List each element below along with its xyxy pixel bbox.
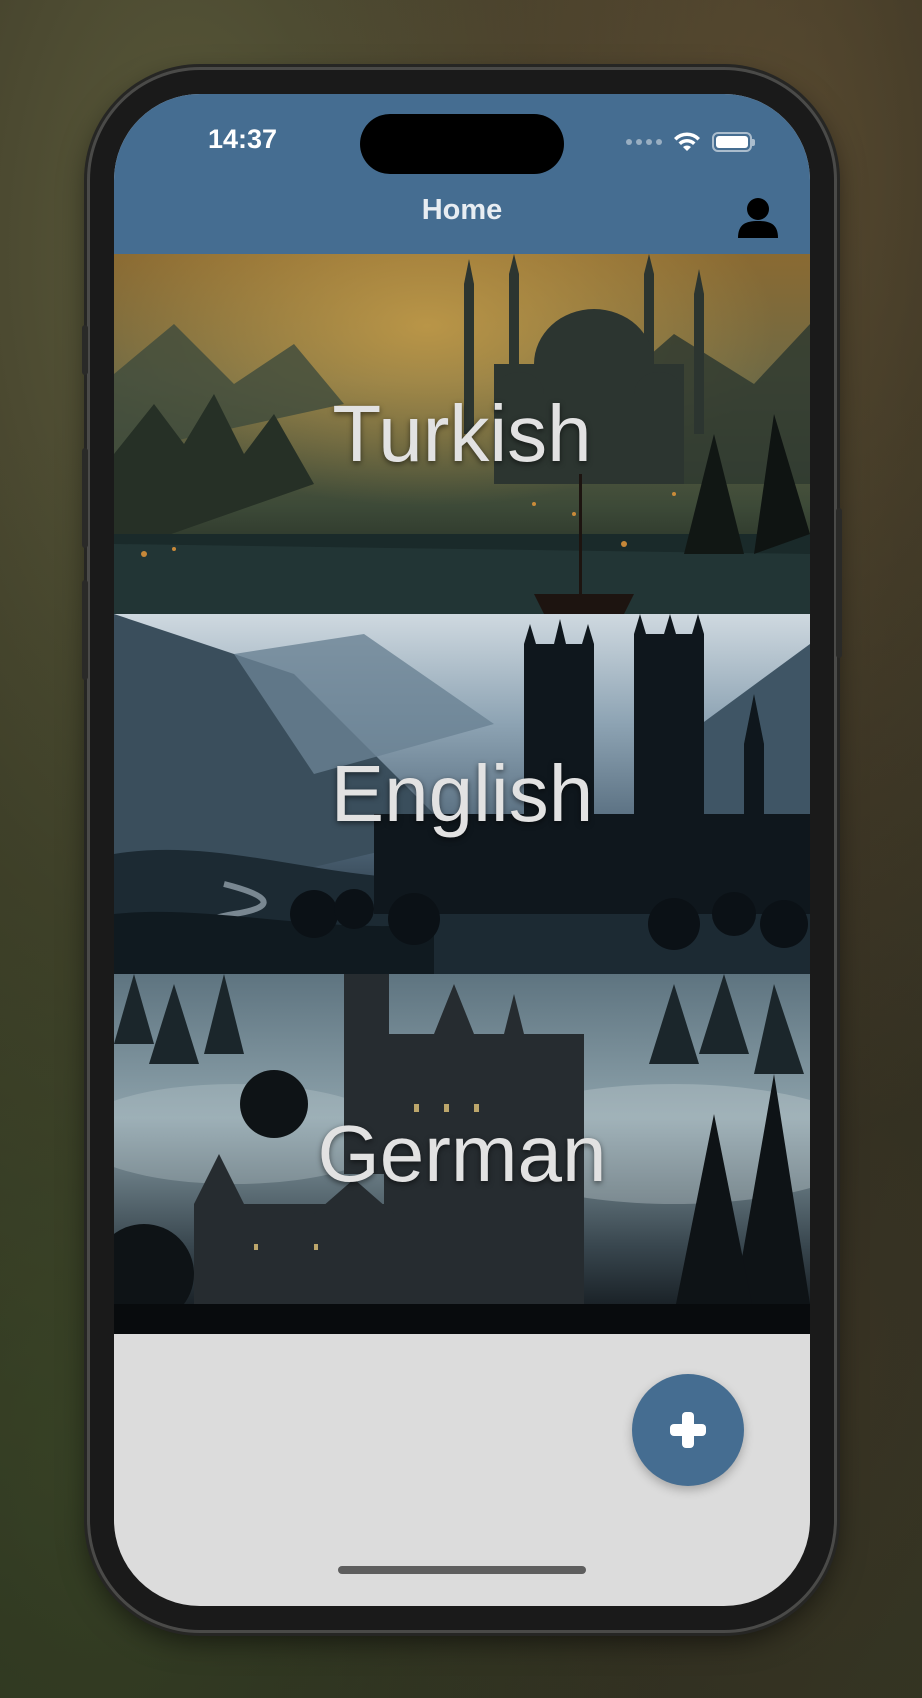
plus-icon: [670, 1412, 706, 1448]
language-label: German: [317, 1109, 607, 1198]
signal-dots-icon: [626, 139, 662, 145]
page-title: Home: [421, 194, 503, 226]
volume-down-button: [82, 580, 88, 680]
app-header: 14:37 Home: [114, 94, 810, 254]
wifi-icon: [674, 132, 700, 151]
home-indicator[interactable]: [338, 1566, 586, 1574]
action-button: [82, 325, 88, 375]
profile-button[interactable]: [736, 196, 780, 240]
phone-frame: 14:37 Home Turkish English German: [82, 70, 842, 1630]
status-icons: [626, 130, 755, 154]
person-icon: [738, 198, 778, 238]
power-button: [836, 508, 842, 658]
app-screen: 14:37 Home Turkish English German: [114, 94, 810, 1606]
language-card-turkish[interactable]: Turkish: [114, 254, 810, 614]
language-label: English: [330, 749, 594, 838]
dynamic-island: [360, 114, 564, 174]
language-card-german[interactable]: German: [114, 974, 810, 1334]
volume-up-button: [82, 448, 88, 548]
add-language-button[interactable]: [632, 1374, 744, 1486]
language-label: Turkish: [332, 389, 592, 478]
language-card-english[interactable]: English: [114, 614, 810, 974]
status-time: 14:37: [208, 124, 278, 154]
battery-icon: [712, 132, 755, 152]
